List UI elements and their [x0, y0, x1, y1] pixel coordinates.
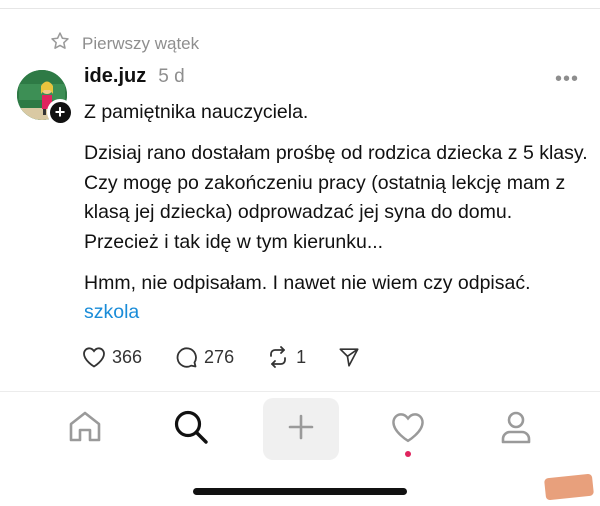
thread-context[interactable]: Pierwszy wątek	[50, 31, 199, 56]
send-icon	[338, 346, 360, 368]
plus-icon: +	[49, 101, 71, 123]
reply-count: 276	[204, 346, 235, 367]
post-paragraph-2: Dzisiaj rano dostałam prośbę od rodzica …	[84, 142, 588, 253]
heart-icon	[390, 411, 426, 448]
search-icon	[172, 408, 210, 451]
watermark-logo	[543, 473, 595, 501]
post-time: 5 d	[158, 66, 185, 87]
bottom-nav	[0, 398, 600, 460]
reply-button[interactable]: 276	[174, 345, 234, 369]
share-button[interactable]	[338, 346, 360, 368]
nav-home[interactable]	[47, 398, 123, 460]
star-icon	[50, 31, 70, 56]
repost-count: 1	[296, 346, 307, 367]
post-header: ide.juz 5 d	[84, 65, 185, 88]
top-divider	[0, 8, 600, 9]
nav-divider	[0, 391, 600, 392]
more-options-icon[interactable]: •••	[555, 68, 579, 91]
nav-profile[interactable]	[478, 398, 554, 460]
topic-tag[interactable]: szkola	[84, 301, 139, 324]
plus-icon	[287, 413, 315, 446]
follow-button[interactable]: +	[47, 99, 73, 125]
repost-button[interactable]: 1	[266, 345, 306, 369]
heart-icon	[82, 346, 106, 368]
thread-context-label: Pierwszy wątek	[82, 33, 200, 53]
like-button[interactable]: 366	[82, 346, 142, 368]
like-count: 366	[112, 346, 143, 367]
post-paragraph-1: Z pamiętnika nauczyciela.	[84, 101, 309, 123]
nav-create[interactable]	[263, 398, 339, 460]
user-icon	[499, 409, 533, 450]
comment-icon	[174, 345, 198, 369]
username[interactable]: ide.juz	[84, 65, 146, 88]
repost-icon	[266, 345, 290, 369]
post-paragraph-3: Hmm, nie odpisałam. I nawet nie wiem czy…	[84, 272, 531, 294]
notification-dot	[405, 451, 411, 457]
home-icon	[66, 409, 104, 450]
home-indicator[interactable]	[193, 488, 407, 495]
nav-search[interactable]	[153, 398, 229, 460]
post-actions: 366 276 1	[82, 340, 392, 374]
